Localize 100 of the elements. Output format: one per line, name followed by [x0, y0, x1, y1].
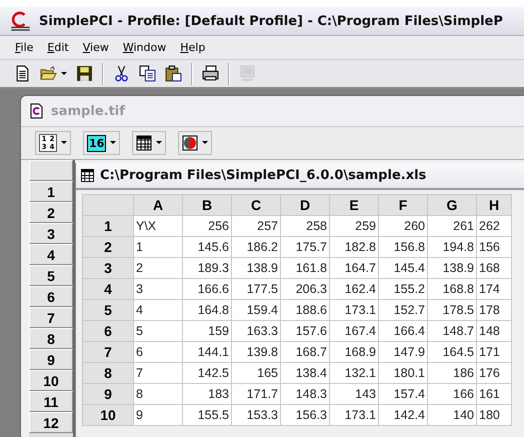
table-cell: 178	[476, 300, 512, 320]
row-header: 5	[29, 265, 73, 286]
menu-item[interactable]: Edit	[47, 41, 69, 54]
table-cell: 145.6	[182, 236, 232, 258]
table-cell: 159.4	[232, 300, 280, 320]
table-cell: 8	[134, 384, 182, 404]
table-cell: 155.5	[182, 404, 232, 426]
table-cell: 9	[134, 404, 182, 426]
row-header: 1	[29, 181, 73, 202]
window-title: C:\Program Files\SimplePCI_6.0.0\sample.xls	[100, 168, 426, 183]
number-dropdown[interactable]: 16	[83, 131, 120, 155]
table-cell: 148	[476, 320, 512, 342]
table-cell: 167.4	[330, 320, 378, 342]
menu-item[interactable]: Help	[180, 41, 206, 54]
table-cell: 165	[232, 362, 280, 384]
table-cell: 138.9	[232, 258, 280, 278]
table-cell: 148.3	[280, 384, 330, 404]
table-cell: 4	[134, 300, 182, 320]
table-cell: 173.1	[330, 300, 378, 320]
table-cell: 182.8	[330, 236, 378, 258]
table-icon[interactable]	[136, 135, 152, 151]
row-header: 2	[29, 202, 73, 223]
table-cell: 166.6	[182, 278, 232, 300]
header-cell	[82, 194, 134, 216]
table-cell: 177.5	[232, 278, 280, 300]
row-header: 2	[82, 236, 134, 258]
menu-item[interactable]: View	[82, 41, 109, 54]
paste-icon[interactable]	[165, 65, 182, 82]
table-cell: 7	[134, 362, 182, 384]
table-cell: 186.2	[232, 236, 280, 258]
table-cell: 138.4	[280, 362, 330, 384]
printer-icon[interactable]	[202, 65, 219, 82]
new-document-icon[interactable]	[14, 65, 31, 82]
table-cell: 147.9	[378, 342, 428, 362]
table-cell: 159	[182, 320, 232, 342]
caret-icon[interactable]	[61, 72, 67, 76]
table-cell: 168.9	[330, 342, 378, 362]
caret-icon[interactable]	[110, 141, 116, 145]
column-header: D	[280, 194, 330, 216]
table-cell: 140	[428, 404, 476, 426]
caret-icon[interactable]	[61, 141, 67, 145]
table-cell: 176	[476, 362, 512, 384]
copy-icon[interactable]	[139, 65, 156, 82]
scissors-icon[interactable]	[113, 65, 130, 82]
table-cell: 166	[428, 384, 476, 404]
table-cell: 180.1	[378, 362, 428, 384]
table-cell: 256	[182, 216, 232, 236]
color-dropdown[interactable]	[178, 131, 212, 155]
row-header: 6	[29, 286, 73, 307]
table-cell: 188.6	[280, 300, 330, 320]
table-cell: 145.4	[378, 258, 428, 278]
caret-icon[interactable]	[202, 141, 208, 145]
table-cell: 168.8	[428, 278, 476, 300]
table-cell: 260	[378, 216, 428, 236]
table-cell: 156.8	[378, 236, 428, 258]
table-cell: 194.8	[428, 236, 476, 258]
column-header: E	[330, 194, 378, 216]
app-logo-icon	[10, 10, 31, 32]
row-header: 9	[29, 349, 73, 370]
row-header: 8	[82, 362, 134, 384]
table-cell: 161.8	[280, 258, 330, 278]
row-header: 4	[82, 278, 134, 300]
color-circle-icon[interactable]	[182, 135, 198, 151]
table-cell: 261	[428, 216, 476, 236]
row-header: 8	[29, 328, 73, 349]
table-cell: 168.7	[280, 342, 330, 362]
table-cell: 166.4	[378, 320, 428, 342]
table-cell: 5	[134, 320, 182, 342]
table-cell: 157.4	[378, 384, 428, 404]
menu-item[interactable]: Window	[122, 41, 166, 54]
table-cell: Y\X	[134, 216, 182, 236]
table-cell: 206.3	[280, 278, 330, 300]
table-cell: 1	[134, 236, 182, 258]
window-title: sample.tif	[51, 104, 125, 118]
table-cell: 163.3	[232, 320, 280, 342]
row-header: 9	[82, 384, 134, 404]
row-header: 5	[82, 300, 134, 320]
table-cell: 153.3	[232, 404, 280, 426]
column-header: H	[476, 194, 512, 216]
table-cell: 164.7	[330, 258, 378, 278]
column-header: F	[378, 194, 428, 216]
open-folder-icon[interactable]	[40, 65, 57, 82]
table-cell: 259	[330, 216, 378, 236]
table-cell: 152.7	[378, 300, 428, 320]
row-header: 7	[29, 307, 73, 328]
table-cell: 139.8	[232, 342, 280, 362]
table-cell: 171.7	[232, 384, 280, 404]
table-cell: 156	[476, 236, 512, 258]
table-dropdown[interactable]	[132, 131, 166, 155]
row-header: 7	[82, 342, 134, 362]
table-cell: 142.4	[378, 404, 428, 426]
menu-item[interactable]: File	[15, 41, 34, 54]
table-cell: 6	[134, 342, 182, 362]
caret-icon[interactable]	[156, 141, 162, 145]
table-cell: 138.9	[428, 258, 476, 278]
table-cell: 157.6	[280, 320, 330, 342]
table-cell: 142.5	[182, 362, 232, 384]
table-cell: 178.5	[428, 300, 476, 320]
table-cell: 189.3	[182, 258, 232, 278]
table-cell: 132.1	[330, 362, 378, 384]
